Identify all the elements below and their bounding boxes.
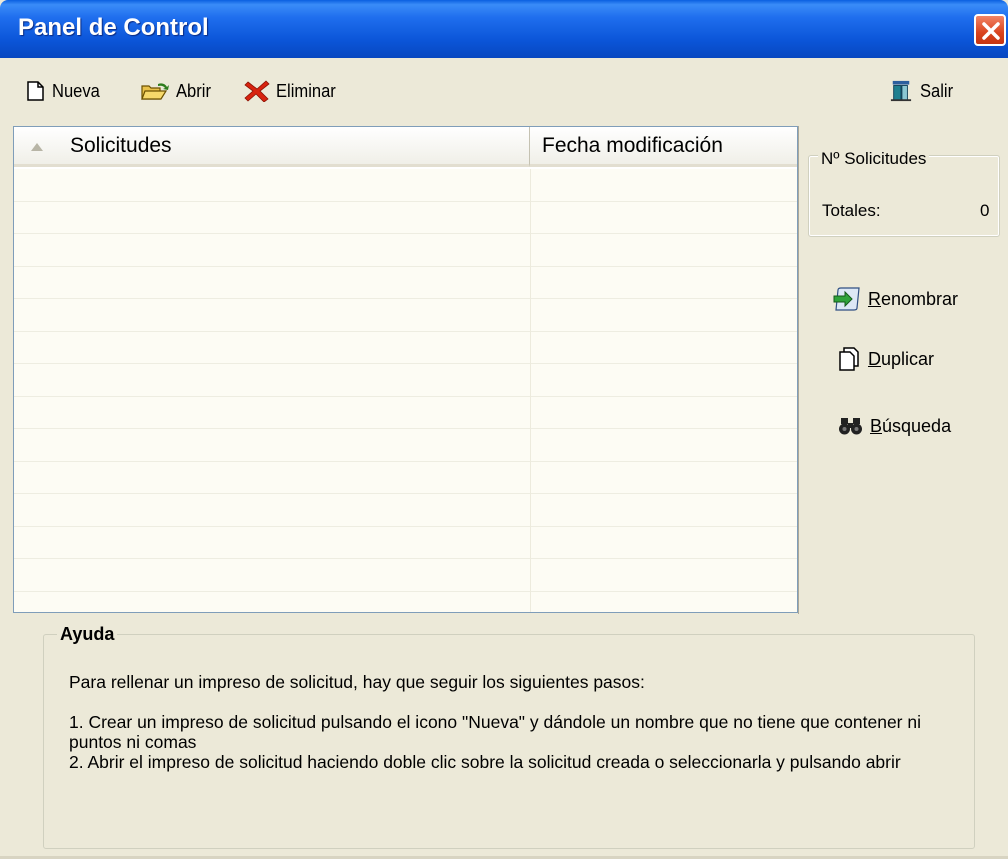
search-button[interactable]: Búsqueda xyxy=(838,413,951,439)
list-row-empty xyxy=(14,234,797,267)
list-row-empty xyxy=(14,591,797,612)
list-row-empty xyxy=(14,364,797,397)
control-panel-window: Panel de Control Nueva Abrir Eliminar Sa… xyxy=(0,0,1008,859)
duplicate-label: Duplicar xyxy=(868,349,934,370)
toolbar: Nueva Abrir Eliminar Salir xyxy=(0,58,1008,124)
binoculars-icon xyxy=(839,418,862,435)
open-button[interactable]: Abrir xyxy=(140,78,214,104)
list-row-empty xyxy=(14,461,797,494)
list-row-empty xyxy=(14,299,797,332)
close-button[interactable] xyxy=(974,14,1006,46)
title-bar[interactable]: Panel de Control xyxy=(0,0,1008,58)
duplicate-icon xyxy=(839,347,859,371)
list-row-empty xyxy=(14,429,797,462)
duplicate-button[interactable]: Duplicar xyxy=(836,346,934,372)
list-header: Solicitudes Fecha modificación xyxy=(14,127,797,169)
window-title: Panel de Control xyxy=(18,14,209,41)
list-row-empty xyxy=(14,331,797,364)
new-label: Nueva xyxy=(52,80,100,101)
exit-label: Salir xyxy=(920,80,954,101)
rename-label-rest: enombrar xyxy=(881,288,959,309)
help-step-2: 2. Abrir el impreso de solicitud haciend… xyxy=(69,752,901,772)
close-icon xyxy=(982,22,1000,40)
open-folder-icon xyxy=(141,83,169,100)
delete-button[interactable]: Eliminar xyxy=(244,78,341,104)
requests-list[interactable]: Solicitudes Fecha modificación xyxy=(13,126,798,613)
new-button[interactable]: Nueva xyxy=(24,78,104,104)
column-label-requests: Solicitudes xyxy=(70,133,172,157)
list-row-empty xyxy=(14,526,797,559)
column-label-modified-date: Fecha modificación xyxy=(542,133,723,157)
open-label: Abrir xyxy=(176,80,211,101)
delete-label: Eliminar xyxy=(276,80,336,101)
rename-icon xyxy=(833,287,860,311)
list-row-empty xyxy=(14,494,797,527)
rename-label: Renombrar xyxy=(868,289,958,310)
rename-button[interactable]: Renombrar xyxy=(832,286,958,312)
help-spacer xyxy=(69,692,959,712)
sort-ascending-icon xyxy=(31,143,43,151)
search-accel: B xyxy=(870,415,883,436)
rename-accel: R xyxy=(868,288,881,309)
duplicate-label-rest: uplicar xyxy=(881,348,935,369)
list-row-empty xyxy=(14,266,797,299)
help-title: Ayuda xyxy=(57,624,118,645)
totals-value: 0 xyxy=(980,201,990,220)
list-row-empty xyxy=(14,396,797,429)
totals-label: Totales: xyxy=(822,201,881,220)
delete-x-icon xyxy=(244,80,270,102)
search-label-rest: úsqueda xyxy=(882,415,952,436)
search-label: Búsqueda xyxy=(870,416,951,437)
column-divider xyxy=(530,169,531,612)
new-document-icon xyxy=(27,81,44,101)
duplicate-accel: D xyxy=(868,348,881,369)
list-row-empty xyxy=(14,559,797,592)
exit-button[interactable]: Salir xyxy=(888,78,956,104)
help-text: Para rellenar un impreso de solicitud, h… xyxy=(69,672,959,772)
column-header-requests[interactable]: Solicitudes xyxy=(14,127,530,167)
column-header-modified-date[interactable]: Fecha modificación xyxy=(530,127,797,167)
list-body xyxy=(14,169,797,612)
count-group-title: Nº Solicitudes xyxy=(818,149,930,169)
list-row-empty xyxy=(14,169,797,202)
help-step-1: 1. Crear un impreso de solicitud pulsand… xyxy=(69,712,921,752)
list-row-empty xyxy=(14,201,797,234)
help-intro: Para rellenar un impreso de solicitud, h… xyxy=(69,672,645,692)
exit-door-icon xyxy=(890,80,912,102)
